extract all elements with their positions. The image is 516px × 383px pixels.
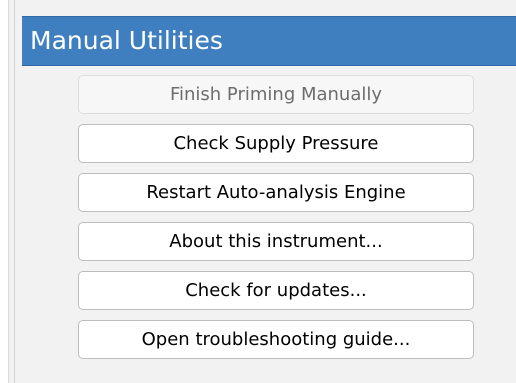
about-instrument-button[interactable]: About this instrument... bbox=[78, 222, 474, 261]
check-supply-pressure-button[interactable]: Check Supply Pressure bbox=[78, 124, 474, 163]
finish-priming-manually-button[interactable]: Finish Priming Manually bbox=[78, 75, 474, 114]
window: Manual Utilities Finish Priming Manually… bbox=[0, 0, 516, 383]
open-troubleshooting-guide-button[interactable]: Open troubleshooting guide... bbox=[78, 320, 474, 359]
check-for-updates-button[interactable]: Check for updates... bbox=[78, 271, 474, 310]
utility-button-list: Finish Priming Manually Check Supply Pre… bbox=[78, 75, 474, 369]
restart-auto-analysis-engine-button[interactable]: Restart Auto-analysis Engine bbox=[78, 173, 474, 212]
panel-title: Manual Utilities bbox=[30, 26, 223, 55]
manual-utilities-panel: Manual Utilities Finish Priming Manually… bbox=[22, 16, 516, 370]
panel-divider bbox=[14, 0, 15, 383]
panel-header: Manual Utilities bbox=[22, 16, 516, 66]
left-border bbox=[0, 0, 9, 383]
